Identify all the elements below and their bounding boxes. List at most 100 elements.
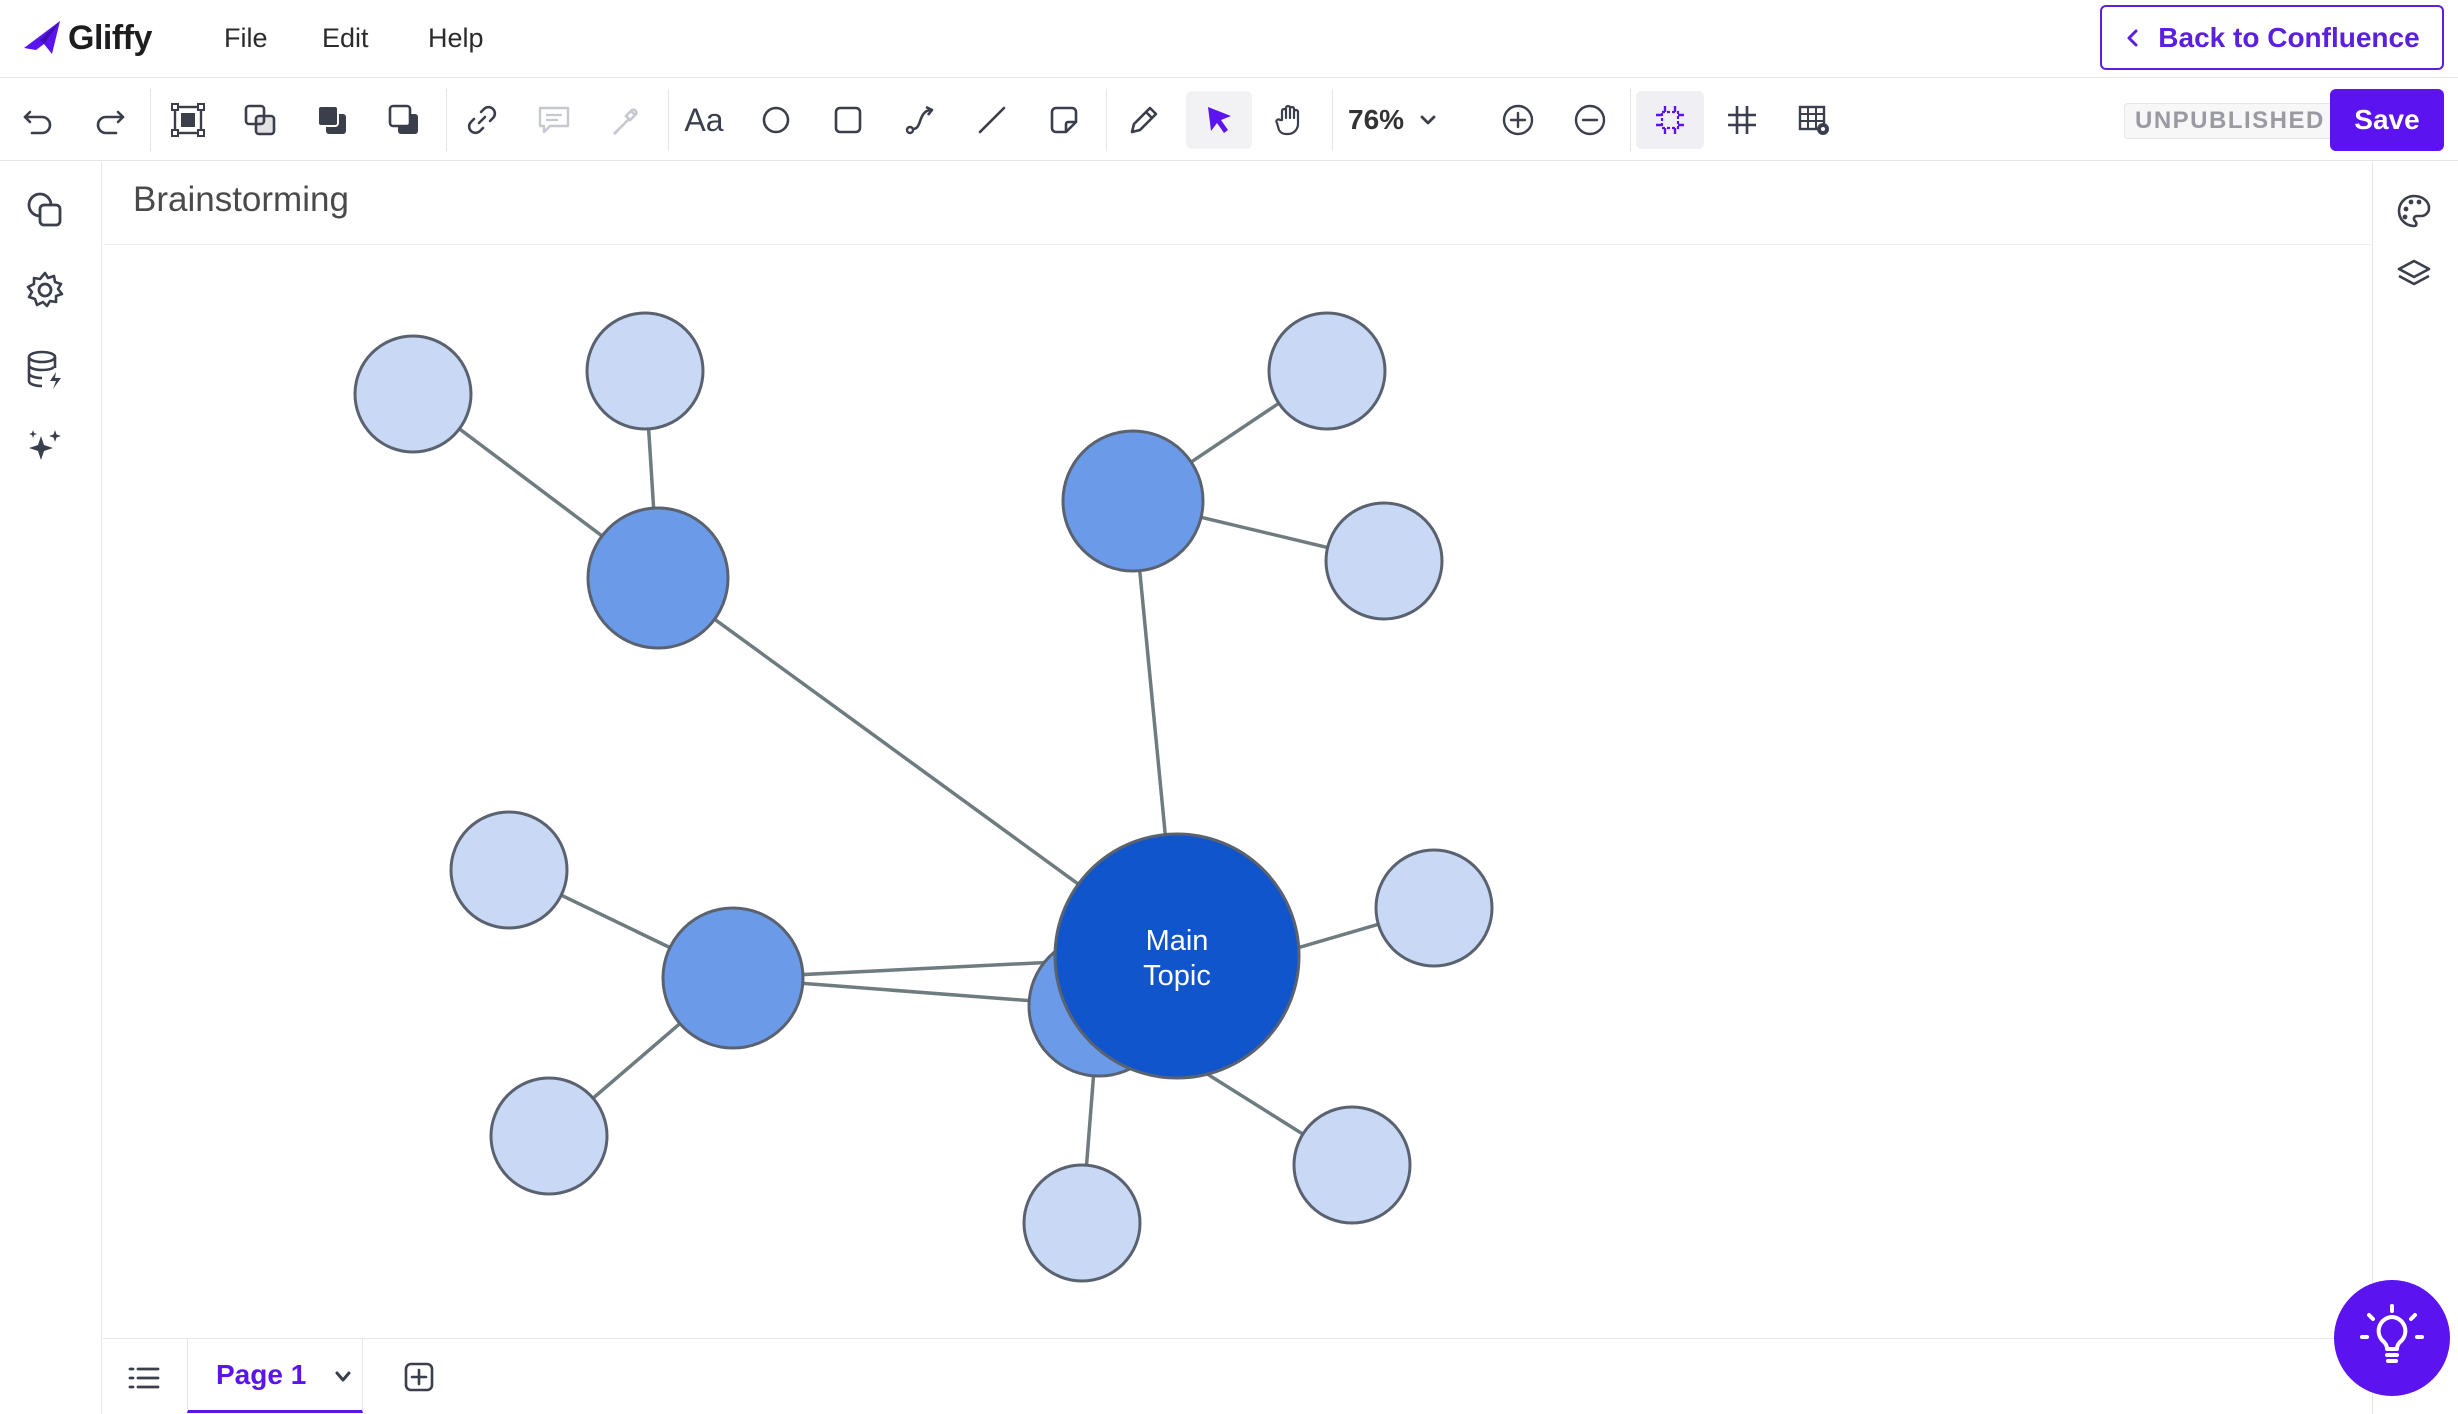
zoom-dropdown[interactable]: 76% [1348, 91, 1468, 149]
hand-tool-button[interactable] [1260, 91, 1320, 149]
redo-icon [96, 110, 125, 135]
zoom-out-button[interactable] [1560, 91, 1620, 149]
pencil-tool-button[interactable] [1114, 91, 1174, 149]
back-to-confluence-button[interactable]: Back to Confluence [2100, 5, 2444, 70]
link-button[interactable] [452, 91, 512, 149]
menu-bar: Gliffy File Edit Help Back to Confluence [0, 0, 2458, 78]
connector-tool-button[interactable] [890, 91, 950, 149]
toolbar-divider [1106, 89, 1107, 151]
duplicate-icon [244, 104, 276, 136]
fit-to-frame-icon [1656, 106, 1684, 134]
toolbar-divider [668, 89, 669, 151]
main-topic-label-line: Main [1146, 925, 1209, 957]
chevron-down-icon [1420, 115, 1436, 125]
ellipse-tool-button[interactable] [746, 91, 806, 149]
group-button[interactable] [158, 91, 218, 149]
pencil-tool-icon [1130, 106, 1158, 134]
line-tool-button[interactable] [962, 91, 1022, 149]
ai-assist-button[interactable] [21, 424, 69, 472]
toolbar: Aa 76% UNPUBLISHED Save [0, 79, 2458, 161]
leaf-node[interactable] [1022, 1163, 1142, 1283]
chevron-down-icon[interactable] [334, 1369, 352, 1385]
leaf-node[interactable] [353, 334, 473, 454]
group-icon [171, 103, 205, 137]
layers-icon [2397, 259, 2431, 286]
right-sidebar [2372, 162, 2458, 1414]
data-button[interactable] [21, 346, 69, 394]
save-button[interactable]: Save [2330, 89, 2444, 151]
comment-icon [538, 106, 570, 134]
toolbar-divider [1332, 89, 1333, 151]
pointer-tool-icon [1208, 107, 1231, 133]
table-settings-button[interactable] [1784, 91, 1844, 149]
grid-icon [1728, 106, 1756, 134]
eyedropper-icon [612, 108, 638, 136]
pointer-tool-button[interactable] [1186, 91, 1252, 149]
hand-tool-icon [1275, 104, 1300, 136]
gliffy-logo-icon [24, 21, 60, 54]
toolbar-divider [446, 89, 447, 151]
rectangle-tool-button[interactable] [818, 91, 878, 149]
shapes-library-button[interactable] [21, 186, 69, 234]
help-tips-button[interactable] [2334, 1280, 2450, 1396]
data-icon [27, 350, 61, 389]
redo-button[interactable] [80, 91, 140, 149]
gliffy-logo[interactable]: Gliffy [22, 16, 152, 60]
status-badge: UNPUBLISHED [2124, 103, 2336, 139]
sticky-note-tool-icon [1050, 106, 1078, 134]
list-icon [128, 1367, 160, 1389]
theme-button[interactable] [2393, 190, 2435, 232]
sticky-note-tool-button[interactable] [1034, 91, 1094, 149]
zoom-in-button[interactable] [1488, 91, 1548, 149]
text-tool-button[interactable]: Aa [674, 91, 734, 149]
diagram-canvas[interactable]: Brainstorming Main Topic [103, 162, 2371, 1338]
add-page-button[interactable] [399, 1357, 439, 1397]
chevron-left-icon [2127, 29, 2138, 46]
leaf-node[interactable] [449, 810, 569, 930]
menu-help[interactable]: Help [428, 18, 484, 58]
settings-button[interactable] [21, 266, 69, 314]
text-tool-icon: Aa [684, 101, 724, 138]
layers-button[interactable] [2393, 254, 2435, 296]
theme-palette-icon [2397, 194, 2431, 228]
page-tab[interactable]: Page 1 [187, 1339, 363, 1413]
mind-map-diagram[interactable]: Main Topic [103, 162, 2371, 1338]
main-topic-label-line: Topic [1143, 960, 1211, 992]
leaf-node[interactable] [1374, 848, 1494, 968]
comment-button[interactable] [524, 91, 584, 149]
branch-node[interactable] [661, 906, 805, 1050]
leaf-node[interactable] [585, 311, 705, 431]
connector-tool-icon [905, 105, 934, 135]
branch-node[interactable] [586, 506, 730, 650]
grid-button[interactable] [1712, 91, 1772, 149]
undo-icon [23, 110, 52, 135]
send-to-back-icon [388, 104, 418, 134]
duplicate-button[interactable] [230, 91, 290, 149]
leaf-node[interactable] [1267, 311, 1387, 431]
pages-list-button[interactable] [123, 1357, 165, 1399]
fit-to-frame-button[interactable] [1636, 91, 1704, 149]
left-sidebar [0, 162, 102, 1414]
leaf-node[interactable] [1292, 1105, 1412, 1225]
send-to-back-button[interactable] [374, 91, 434, 149]
leaf-node[interactable] [1324, 501, 1444, 621]
menu-file[interactable]: File [224, 18, 268, 58]
zoom-out-icon [1574, 104, 1606, 136]
page-bar: Page 1 [103, 1338, 2371, 1414]
undo-button[interactable] [8, 91, 68, 149]
eyedropper-button[interactable] [596, 91, 656, 149]
shapes-icon [27, 192, 62, 227]
zoom-level: 76% [1348, 104, 1405, 135]
bring-to-front-button[interactable] [302, 91, 362, 149]
link-icon [467, 105, 497, 135]
lightbulb-icon [2360, 1304, 2424, 1363]
add-square-icon [404, 1362, 434, 1392]
leaf-node[interactable] [489, 1076, 609, 1196]
menu-edit[interactable]: Edit [322, 18, 369, 58]
settings-icon [26, 271, 64, 308]
zoom-in-icon [1502, 104, 1534, 136]
toolbar-divider [150, 89, 151, 151]
ai-sparkle-icon [29, 430, 61, 460]
branch-node[interactable] [1061, 429, 1205, 573]
ellipse-tool-icon [762, 106, 790, 134]
